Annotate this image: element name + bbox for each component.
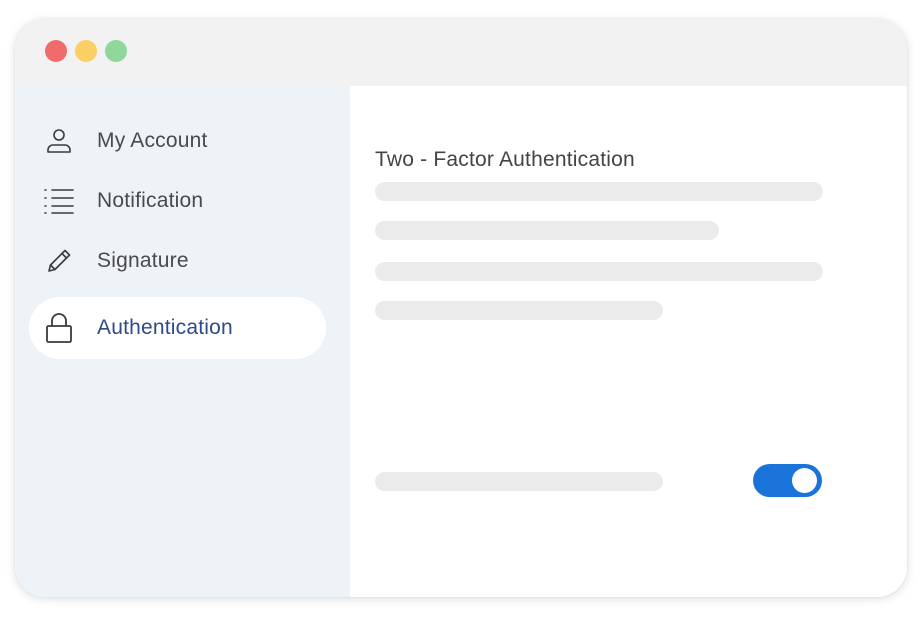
user-icon — [44, 126, 74, 156]
pencil-icon — [44, 246, 74, 276]
sidebar-item-label: Notification — [97, 189, 204, 212]
sidebar-item-signature[interactable]: Signature — [29, 230, 326, 292]
settings-sidebar: My Account Notification Signature Authen… — [15, 86, 350, 597]
placeholder-line — [375, 262, 823, 281]
lock-icon — [44, 313, 74, 343]
sidebar-item-label: Authentication — [97, 316, 233, 339]
maximize-window-button[interactable] — [105, 40, 127, 62]
toggle-knob — [792, 468, 817, 493]
page-title: Two - Factor Authentication — [375, 148, 635, 171]
minimize-window-button[interactable] — [75, 40, 97, 62]
sidebar-item-label: Signature — [97, 249, 189, 272]
placeholder-line — [375, 182, 823, 201]
placeholder-line — [375, 301, 663, 320]
sidebar-item-notification[interactable]: Notification — [29, 170, 326, 232]
placeholder-line — [375, 221, 719, 240]
close-window-button[interactable] — [45, 40, 67, 62]
two-factor-toggle[interactable] — [753, 464, 822, 497]
title-bar — [15, 19, 907, 86]
settings-content: Two - Factor Authentication — [350, 86, 907, 597]
app-window: My Account Notification Signature Authen… — [15, 19, 907, 597]
sidebar-item-authentication[interactable]: Authentication — [29, 297, 326, 359]
toggle-label-placeholder — [375, 472, 663, 491]
sidebar-item-label: My Account — [97, 129, 208, 152]
sidebar-item-my-account[interactable]: My Account — [29, 110, 326, 172]
list-icon — [44, 186, 74, 216]
